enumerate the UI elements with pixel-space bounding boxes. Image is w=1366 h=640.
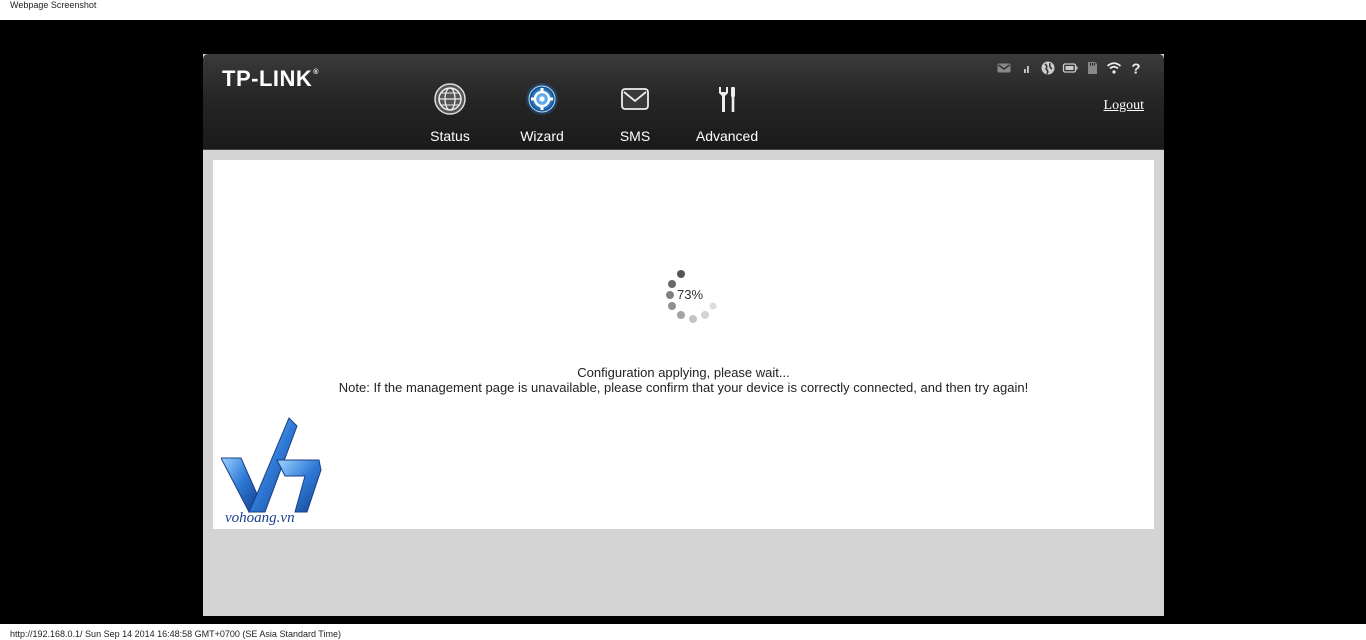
router-admin-frame: TP-LINK® Status Wizard SMS Advanced ? Lo… [203,54,1164,616]
help-icon[interactable]: ? [1128,60,1144,77]
globe-icon [434,83,466,115]
brand-logo: TP-LINK® [222,66,319,92]
nav-wizard[interactable]: Wizard [502,82,582,146]
watermark-text: vohoang.vn [225,510,295,526]
internet-icon [1041,61,1055,75]
status-message: Configuration applying, please wait... [577,365,790,380]
header: TP-LINK® Status Wizard SMS Advanced ? Lo… [203,54,1164,150]
tools-icon [719,87,735,112]
brand-mark: ® [313,69,319,76]
signal-icon [1024,66,1029,73]
nav-status[interactable]: Status [410,82,490,146]
note-message: Note: If the management page is unavaila… [338,380,1029,395]
capture-title-bar: Webpage Screenshot [0,0,1366,20]
capture-title: Webpage Screenshot [10,0,97,10]
nav-status-label: Status [430,128,470,144]
progress-percent: 73% [676,287,704,302]
envelope-icon [621,88,649,110]
nav-sms[interactable]: SMS [595,82,675,146]
capture-footer-bar: http://192.168.0.1/ Sun Sep 14 2014 16:4… [0,624,1366,640]
brand-name: TP-LINK [222,66,313,91]
nav-sms-label: SMS [619,128,651,144]
nav-wizard-label: Wizard [520,128,564,144]
wizard-icon [526,83,558,115]
sd-card-icon [1088,62,1097,74]
nav-advanced[interactable]: Advanced [687,82,767,146]
capture-footer: http://192.168.0.1/ Sun Sep 14 2014 16:4… [10,629,341,639]
nav-advanced-label: Advanced [695,128,759,144]
main-content: 73% Configuration applying, please wait.… [213,160,1154,529]
sms-status-icon[interactable] [996,60,1012,76]
battery-icon [1062,63,1078,73]
svg-text:?: ? [1131,61,1140,77]
logout-link[interactable]: Logout [1104,98,1144,114]
wifi-icon [1106,62,1122,74]
status-icons-bar: ? [996,60,1144,76]
